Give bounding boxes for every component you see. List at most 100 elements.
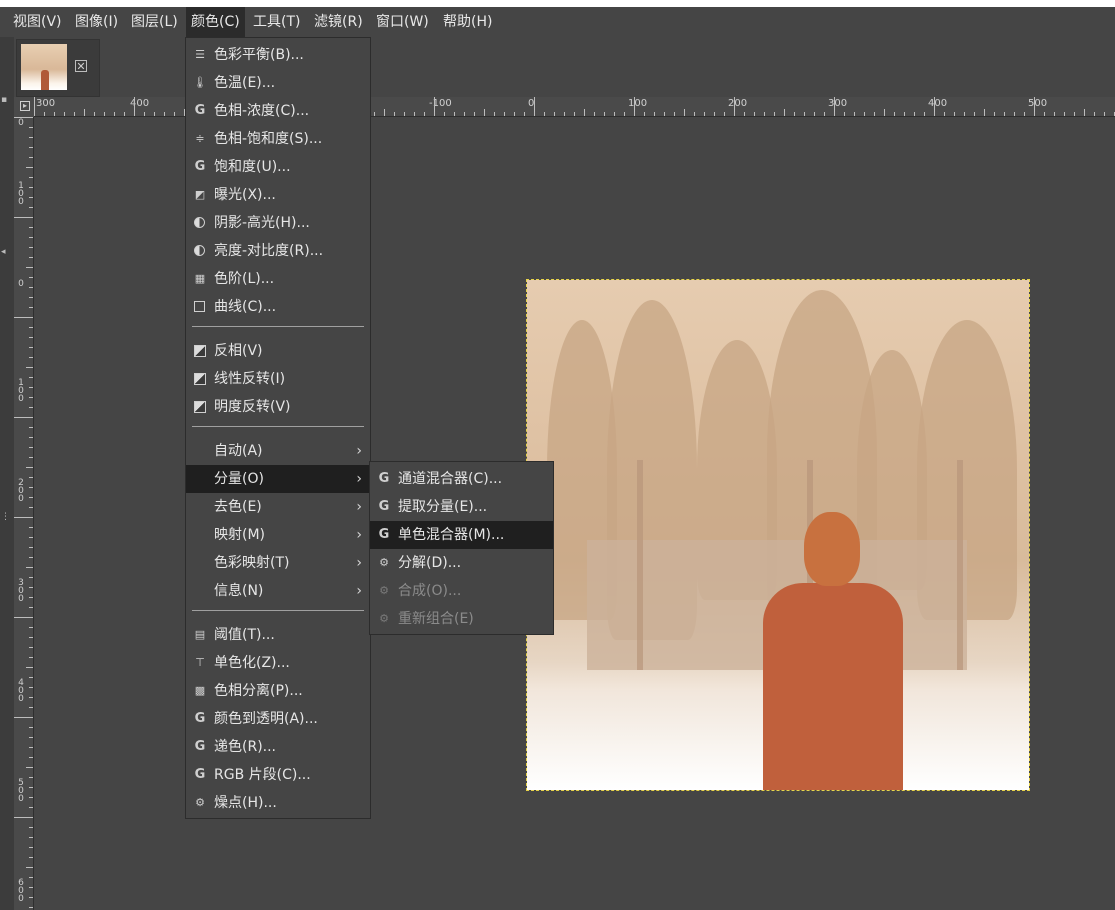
ruler-tick [29, 807, 33, 808]
menu-windows[interactable]: 窗口(W) [371, 7, 434, 37]
ruler-tick [404, 112, 405, 116]
ruler-label: 600 [18, 878, 24, 904]
menu-item-label: 线性反转(I) [214, 371, 286, 387]
ruler-tick [94, 112, 95, 116]
menu-item-auto[interactable]: 自动(A) › [186, 437, 370, 465]
menu-item-extract-component[interactable]: G 提取分量(E)... [370, 493, 553, 521]
menu-item-dither[interactable]: G 递色(R)... [186, 733, 370, 761]
ruler-tick [504, 112, 505, 116]
ruler-tick [14, 217, 33, 218]
ruler-tick [994, 112, 995, 116]
ruler-label: 200 [728, 98, 748, 109]
menu-help[interactable]: 帮助(H) [438, 7, 497, 37]
ruler-tick [29, 457, 33, 458]
menu-item-components[interactable]: 分量(O) › [186, 465, 370, 493]
menu-item-value-invert[interactable]: 明度反转(V) [186, 393, 370, 421]
menu-item-invert[interactable]: 反相(V) [186, 337, 370, 365]
ruler-tick [29, 737, 33, 738]
menu-tools[interactable]: 工具(T) [248, 7, 305, 37]
menu-item-hot[interactable]: ⚙ 燥点(H)... [186, 789, 370, 817]
menu-item-hue-saturation[interactable]: ≑ 色相-饱和度(S)... [186, 125, 370, 153]
menu-colors[interactable]: 颜色(C) [186, 7, 245, 37]
dock-handle-icon[interactable]: ⋮ [1, 512, 11, 522]
menu-item-label: 颜色到透明(A)... [214, 711, 318, 727]
menu-item-desaturate[interactable]: 去色(E) › [186, 493, 370, 521]
menu-item-label: 提取分量(E)... [398, 499, 488, 515]
ruler-tick [624, 112, 625, 116]
ruler-tick [29, 187, 33, 188]
menu-separator [192, 326, 364, 327]
ruler-tick [1094, 112, 1095, 116]
menu-filters[interactable]: 滤镜(R) [309, 7, 368, 37]
menu-item-curves[interactable]: 曲线(C)... [186, 293, 370, 321]
menu-item-shadows-highlights[interactable]: 阴影-高光(H)... [186, 209, 370, 237]
ruler-tick [894, 112, 895, 116]
ruler-tick [84, 109, 85, 116]
menu-item-colormap[interactable]: 色彩映射(T) › [186, 549, 370, 577]
ruler-tick [29, 697, 33, 698]
curves-icon [194, 301, 205, 312]
menu-item-saturation[interactable]: G 饱和度(U)... [186, 153, 370, 181]
ruler-tick [594, 112, 595, 116]
menu-item-hue-chroma[interactable]: G 色相-浓度(C)... [186, 97, 370, 125]
ruler-tick [29, 647, 33, 648]
menu-item-label: 单色化(Z)... [214, 655, 290, 671]
menu-item-color-to-alpha[interactable]: G 颜色到透明(A)... [186, 705, 370, 733]
menu-item-map[interactable]: 映射(M) › [186, 521, 370, 549]
ruler-tick [694, 112, 695, 116]
navigate-toggle[interactable]: ▸ [14, 97, 34, 117]
ruler-tick [904, 112, 905, 116]
triangle-right-icon: ▸ [20, 101, 30, 111]
menu-item-posterize[interactable]: ▩ 色相分离(P)... [186, 677, 370, 705]
menu-item-colorize[interactable]: ⊤ 单色化(Z)... [186, 649, 370, 677]
ruler-tick [29, 787, 33, 788]
ruler-tick [1024, 112, 1025, 116]
ruler-tick [29, 837, 33, 838]
ruler-tick [934, 97, 935, 116]
ruler-tick [554, 112, 555, 116]
dock-dots-icon[interactable]: ▪ [1, 95, 11, 105]
ruler-tick [14, 517, 33, 518]
gegl-icon: G [194, 103, 206, 118]
ruler-tick [29, 897, 33, 898]
menu-item-brightness-contrast[interactable]: 亮度-对比度(R)... [186, 237, 370, 265]
ruler-tick [29, 557, 33, 558]
ruler-label: 100 [18, 378, 24, 404]
ruler-tick [29, 497, 33, 498]
chevron-right-icon: › [356, 499, 362, 515]
ruler-tick [26, 367, 33, 368]
ruler-tick [34, 97, 35, 116]
ruler-tick [164, 112, 165, 116]
ruler-tick [794, 112, 795, 116]
ruler-tick [1004, 112, 1005, 116]
ruler-tick [524, 112, 525, 116]
ruler-tick [954, 112, 955, 116]
close-icon[interactable]: ✕ [75, 60, 87, 73]
menu-separator [192, 426, 364, 427]
menu-item-info[interactable]: 信息(N) › [186, 577, 370, 605]
menu-item-decompose[interactable]: ⚙ 分解(D)... [370, 549, 553, 577]
ruler-tick [29, 627, 33, 628]
invert-icon [194, 401, 206, 413]
menu-item-mono-mixer[interactable]: G 单色混合器(M)... [370, 521, 553, 549]
menu-item-channel-mixer[interactable]: G 通道混合器(C)... [370, 465, 553, 493]
menu-layer[interactable]: 图层(L) [126, 7, 183, 37]
menu-item-color-temperature[interactable]: 🌡 色温(E)... [186, 69, 370, 97]
menu-item-levels[interactable]: ▦ 色阶(L)... [186, 265, 370, 293]
menu-item-threshold[interactable]: ▤ 阈值(T)... [186, 621, 370, 649]
menu-item-color-balance[interactable]: ☰ 色彩平衡(B)... [186, 41, 370, 69]
ruler-tick [26, 767, 33, 768]
menu-image[interactable]: 图像(I) [70, 7, 123, 37]
menu-item-exposure[interactable]: ◩ 曝光(X)... [186, 181, 370, 209]
menu-item-linear-invert[interactable]: 线性反转(I) [186, 365, 370, 393]
colors-menu: ☰ 色彩平衡(B)... 🌡 色温(E)... G 色相-浓度(C)... ≑ … [185, 37, 371, 819]
ruler-tick [29, 637, 33, 638]
menu-view[interactable]: 视图(V) [8, 7, 67, 37]
image-tab[interactable]: ✕ [16, 39, 100, 97]
dock-collapse-icon[interactable]: ◂ [1, 247, 11, 257]
ruler-tick [574, 112, 575, 116]
ruler-tick [684, 109, 685, 116]
vertical-ruler[interactable]: 0 100 0 100 200 300 400 500 600 [14, 117, 34, 910]
components-submenu: G 通道混合器(C)... G 提取分量(E)... G 单色混合器(M)...… [369, 461, 554, 635]
menu-item-rgb-clip[interactable]: G RGB 片段(C)... [186, 761, 370, 789]
